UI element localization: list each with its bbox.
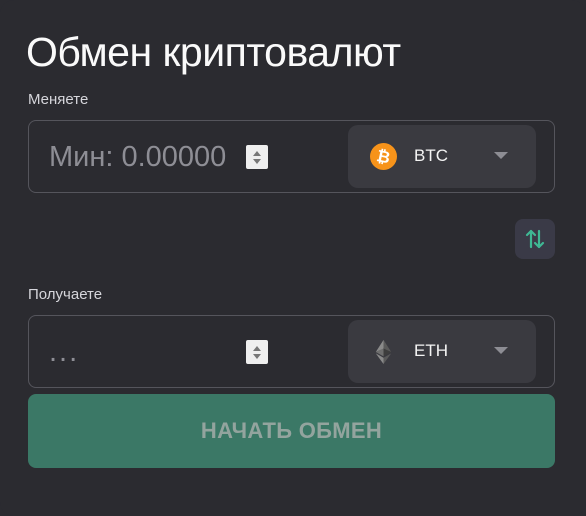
send-amount-input[interactable] <box>49 135 265 179</box>
chevron-down-icon <box>494 347 508 354</box>
bitcoin-icon: ₿ <box>370 143 397 170</box>
ethereum-icon <box>375 339 392 365</box>
send-row: ₿ BTC <box>28 120 555 193</box>
exchange-card: Обмен криптовалют Меняете ₿ BTC <box>0 0 586 516</box>
stepper-up-icon[interactable] <box>253 345 261 351</box>
stepper-down-icon[interactable] <box>253 158 261 164</box>
receive-row: ETH <box>28 315 555 388</box>
start-exchange-button[interactable]: НАЧАТЬ ОБМЕН <box>28 394 555 468</box>
receive-currency-label: ETH <box>414 341 448 360</box>
chevron-down-icon <box>494 152 508 159</box>
send-currency-label: BTC <box>414 146 448 165</box>
send-amount-stepper[interactable] <box>246 145 268 169</box>
swap-vertical-arrows-icon <box>525 229 545 249</box>
receive-amount-stepper[interactable] <box>246 340 268 364</box>
receive-amount-input[interactable] <box>49 330 265 374</box>
send-currency-select[interactable]: ₿ BTC <box>348 125 536 188</box>
receive-currency-select[interactable]: ETH <box>348 320 536 383</box>
stepper-down-icon[interactable] <box>253 353 261 359</box>
send-label: Меняете <box>28 91 89 108</box>
stepper-up-icon[interactable] <box>253 150 261 156</box>
receive-label: Получаете <box>28 286 103 303</box>
swap-button[interactable] <box>515 219 555 259</box>
page-title: Обмен криптовалют <box>26 29 401 75</box>
